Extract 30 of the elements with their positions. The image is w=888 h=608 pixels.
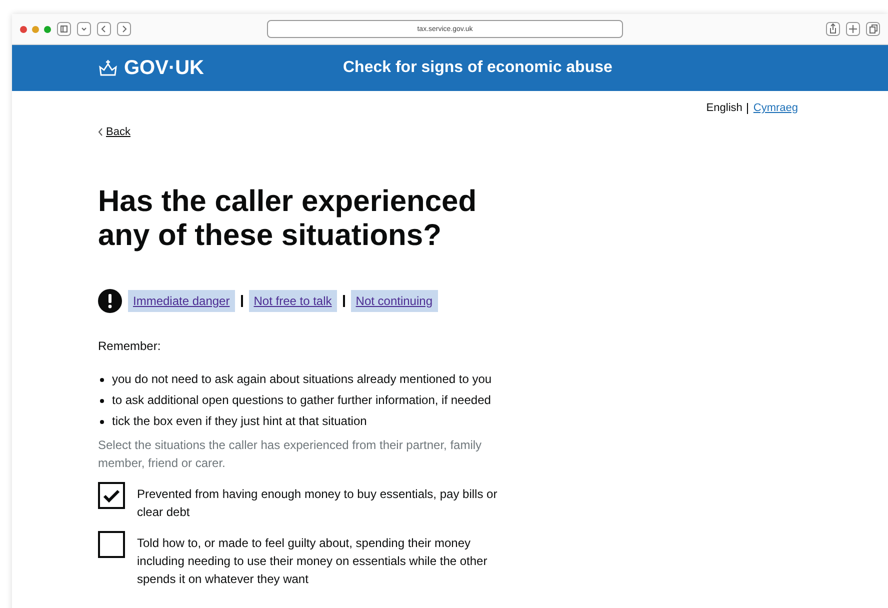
chevron-down-icon[interactable] (77, 22, 91, 36)
exit-link[interactable]: Not continuing (350, 290, 438, 312)
checkmark-icon (103, 488, 120, 502)
remember-item: you do not need to ask again about situations already mentioned to you (112, 372, 492, 386)
remember-label: Remember: (98, 339, 162, 353)
checkbox[interactable] (98, 482, 125, 509)
sidebar-icon[interactable] (57, 22, 71, 36)
page-heading: Has the caller experienced any of these situations? (98, 185, 478, 253)
remember-item: tick the box even if they just hint at that situation (112, 414, 367, 428)
warning-icon (98, 289, 122, 313)
chevron-left-icon[interactable] (97, 22, 111, 36)
chevron-right-icon[interactable] (117, 22, 131, 36)
exit-link[interactable]: Immediate danger (128, 290, 235, 312)
language-option: English (706, 102, 742, 114)
hint-text: Select the situations the caller has experienced from their partner, family member, friend or carer. (98, 437, 483, 472)
checkbox[interactable] (98, 531, 125, 558)
crown-icon (98, 59, 118, 77)
tabs-icon[interactable] (866, 22, 880, 36)
service-name[interactable]: Check for signs of economic abuse (343, 59, 612, 77)
exit-link[interactable]: Not free to talk (248, 290, 337, 312)
window-controls-icon[interactable] (20, 26, 51, 32)
checkbox-label[interactable]: Prevented from having enough money to buy essentials, pay bills or clear debt (137, 482, 507, 521)
share-icon[interactable] (826, 22, 840, 36)
chevron-left-icon (98, 128, 103, 136)
govuk-logo[interactable]: GOV·UK (124, 56, 204, 80)
language-link[interactable]: Cymraeg (753, 102, 798, 114)
plus-icon[interactable] (846, 22, 860, 36)
checkbox-label[interactable]: Told how to, or made to feel guilty about, spending their money including needing to use their money on essentials while the other spends it on whatever they want (137, 531, 507, 588)
remember-item: to ask additional open questions to gather further information, if needed (112, 393, 491, 407)
back-link[interactable]: Back (98, 126, 130, 138)
